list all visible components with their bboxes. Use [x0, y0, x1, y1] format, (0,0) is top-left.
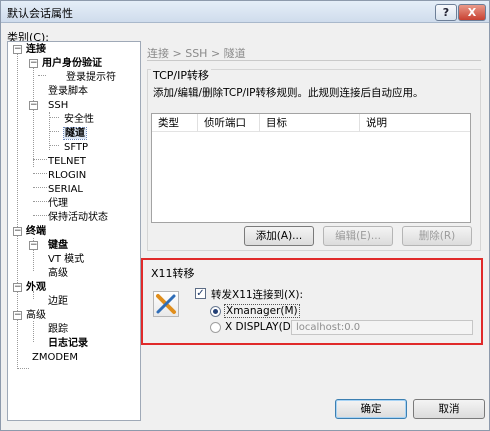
tree-item-terminal-advanced[interactable]: 高级	[48, 267, 68, 280]
x-display-radio[interactable]	[210, 322, 221, 333]
tree-line	[49, 145, 59, 146]
forward-x11-label: 转发X11连接到(X):	[211, 289, 303, 301]
collapse-icon[interactable]: −	[29, 59, 38, 68]
tree-item-rlogin[interactable]: RLOGIN	[48, 169, 86, 182]
session-properties-dialog: 默认会话属性 ? X 类别(C): − 连接 − 用户身份验证 登录提示符 登录…	[0, 0, 490, 431]
tree-item-advanced[interactable]: 高级	[26, 309, 46, 322]
tree-line	[49, 131, 59, 132]
tree-item-keyboard[interactable]: 键盘	[48, 239, 68, 252]
column-header-description[interactable]: 说明	[360, 114, 470, 132]
breadcrumb: 连接 > SSH > 隧道	[147, 47, 246, 60]
tcpip-title: TCP/IP转移	[151, 67, 211, 83]
tree-line	[33, 215, 47, 216]
tree-item-appearance[interactable]: 外观	[26, 281, 46, 294]
forwarding-rules-table[interactable]: 类型 侦听端口 目标 说明	[151, 113, 471, 223]
tree-line	[38, 75, 46, 76]
tree-line	[33, 187, 47, 188]
tree-item-tunnel[interactable]: 隧道	[63, 127, 87, 140]
tree-item-serial[interactable]: SERIAL	[48, 183, 83, 196]
tree-item-trace[interactable]: 跟踪	[48, 323, 68, 336]
tree-item-login-script[interactable]: 登录脚本	[48, 85, 88, 98]
add-button[interactable]: 添加(A)...	[244, 226, 314, 246]
tree-item-telnet[interactable]: TELNET	[48, 155, 86, 168]
xmanager-radio[interactable]	[210, 306, 221, 317]
tree-item-terminal[interactable]: 终端	[26, 225, 46, 238]
tree-line	[17, 368, 29, 369]
category-tree[interactable]: − 连接 − 用户身份验证 登录提示符 登录脚本 − SSH 安全性 隧道 SF…	[7, 41, 141, 421]
tree-line	[33, 201, 47, 202]
column-header-type[interactable]: 类型	[152, 114, 198, 132]
tree-item-login-prompt[interactable]: 登录提示符	[66, 71, 116, 84]
divider	[147, 60, 481, 61]
x11-title: X11转移	[151, 267, 195, 280]
title-bar: 默认会话属性 ? X	[1, 1, 489, 23]
collapse-icon[interactable]: −	[13, 283, 22, 292]
tree-line	[33, 173, 47, 174]
tree-item-auth[interactable]: 用户身份验证	[42, 57, 102, 70]
tree-item-vt-mode[interactable]: VT 模式	[48, 253, 84, 266]
collapse-icon[interactable]: −	[29, 241, 38, 250]
collapse-icon[interactable]: −	[13, 227, 22, 236]
tree-line	[49, 117, 59, 118]
x-display-input[interactable]: localhost:0.0	[291, 320, 473, 335]
tree-item-tunnel-label: 隧道	[63, 127, 87, 140]
edit-button[interactable]: 编辑(E)...	[323, 226, 393, 246]
cancel-button[interactable]: 取消	[413, 399, 485, 419]
tree-item-margin[interactable]: 边距	[48, 295, 68, 308]
tree-item-proxy[interactable]: 代理	[48, 197, 68, 210]
collapse-icon[interactable]: −	[13, 45, 22, 54]
xmanager-label: Xmanager(M)	[224, 304, 300, 318]
tree-item-logging[interactable]: 日志记录	[48, 337, 88, 350]
tree-line	[33, 68, 34, 167]
tree-line	[33, 321, 34, 342]
xmanager-logo-icon	[153, 291, 179, 317]
x-display-label: X DISPLAY(D):	[225, 321, 299, 333]
tree-line	[33, 159, 47, 160]
radio-dot	[213, 309, 218, 314]
tcpip-description: 添加/编辑/删除TCP/IP转移规则。此规则连接后自动应用。	[153, 87, 424, 99]
window-title: 默认会话属性	[7, 7, 73, 20]
tree-line	[17, 54, 18, 367]
forward-x11-checkbox[interactable]: ✓	[195, 288, 206, 299]
help-button[interactable]: ?	[435, 4, 457, 21]
tree-item-security[interactable]: 安全性	[64, 113, 94, 126]
close-button[interactable]: X	[458, 4, 486, 21]
column-header-listen-port[interactable]: 侦听端口	[198, 114, 260, 132]
collapse-icon[interactable]: −	[13, 311, 22, 320]
column-header-target[interactable]: 目标	[260, 114, 360, 132]
collapse-icon[interactable]: −	[29, 101, 38, 110]
tree-item-sftp[interactable]: SFTP	[64, 141, 88, 154]
ok-button[interactable]: 确定	[335, 399, 407, 419]
tree-item-keepalive[interactable]: 保持活动状态	[48, 211, 108, 224]
tree-item-ssh[interactable]: SSH	[48, 99, 68, 112]
tree-item-zmodem[interactable]: ZMODEM	[32, 351, 78, 364]
delete-button[interactable]: 删除(R)	[402, 226, 472, 246]
tree-item-connection[interactable]: 连接	[26, 43, 46, 56]
